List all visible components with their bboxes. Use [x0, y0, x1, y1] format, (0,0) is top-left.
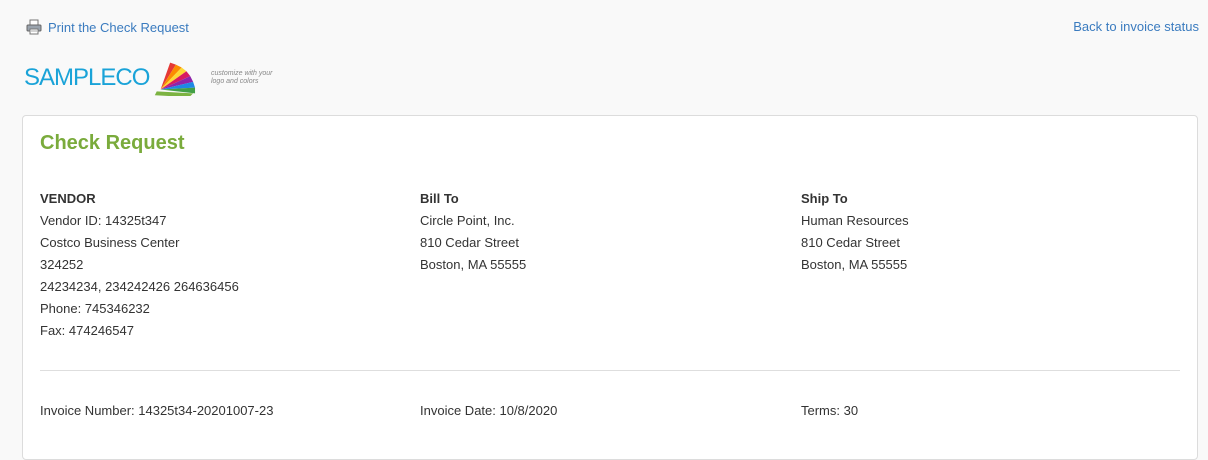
color-fan-icon — [155, 62, 196, 96]
invoice-date: Invoice Date: 10/8/2020 — [420, 403, 558, 418]
vendor-section: VENDOR Vendor ID: 14325t347 Costco Busin… — [40, 188, 239, 342]
bill-to-line: 810 Cedar Street — [420, 235, 520, 250]
terms: Terms: 30 — [801, 403, 859, 418]
logo-tagline: customize with your logo and colors — [210, 70, 273, 85]
ship-to-line: Human Resources — [801, 213, 909, 228]
vendor-heading: VENDOR — [40, 191, 96, 206]
ship-to-line: Boston, MA 55555 — [801, 257, 908, 272]
bill-to-heading: Bill To — [420, 191, 459, 206]
vendor-line: 24234234, 234242426 264636456 — [40, 279, 239, 294]
print-check-request-link[interactable]: Print the Check Request — [26, 19, 189, 35]
ship-to-heading: Ship To — [801, 191, 848, 206]
logo-text: SAMPLECO — [24, 64, 150, 91]
vendor-fax: Fax: 474246547 — [40, 323, 134, 338]
page-title: Check Request — [40, 132, 185, 154]
section-divider — [40, 370, 1180, 371]
ship-to-section: Ship To Human Resources 810 Cedar Street… — [801, 188, 909, 276]
bill-to-line: Boston, MA 55555 — [420, 257, 527, 272]
vendor-name: Costco Business Center — [40, 235, 180, 250]
back-to-invoice-status-link[interactable]: Back to invoice status — [1073, 19, 1199, 34]
print-link-label[interactable]: Print the Check Request — [48, 20, 189, 35]
bill-to-line: Circle Point, Inc. — [420, 213, 515, 228]
vendor-id: Vendor ID: 14325t347 — [40, 213, 167, 228]
bill-to-section: Bill To Circle Point, Inc. 810 Cedar Str… — [420, 188, 526, 276]
vendor-line: 324252 — [40, 257, 84, 272]
ship-to-line: 810 Cedar Street — [801, 235, 901, 250]
check-request-card: Check Request VENDOR Vendor ID: 14325t34… — [22, 115, 1198, 460]
vendor-phone: Phone: 745346232 — [40, 301, 150, 316]
invoice-number: Invoice Number: 14325t34-20201007-23 — [40, 403, 274, 418]
printer-icon — [26, 19, 42, 35]
company-logo: SAMPLECO customize with your logo and co… — [24, 60, 278, 96]
